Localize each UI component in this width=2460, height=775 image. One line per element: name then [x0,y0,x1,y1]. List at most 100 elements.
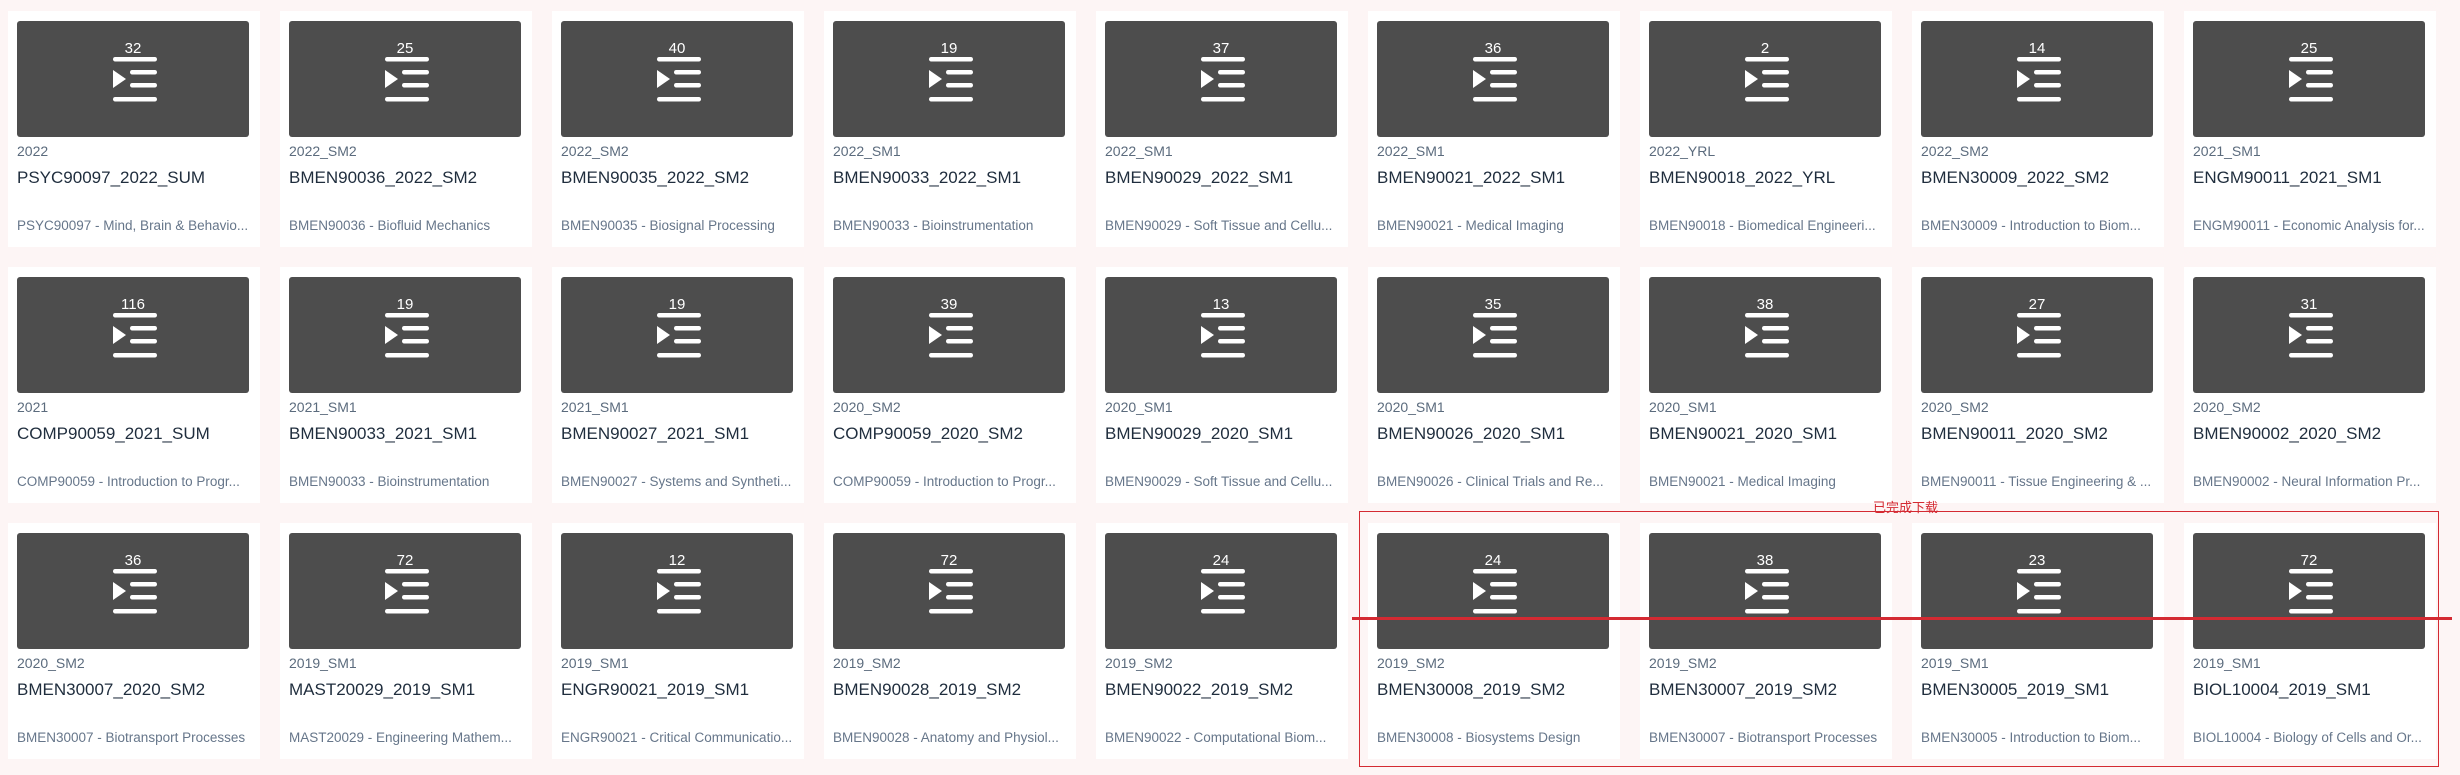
course-title[interactable]: BMEN90035_2022_SM2 [561,168,749,188]
video-count: 32 [124,40,142,57]
course-card[interactable]: 19 2022_SM1 BMEN90033_2022_SM1 BMEN90033… [824,11,1076,247]
course-card[interactable]: 23 2019_SM1 BMEN30005_2019_SM1 BMEN30005… [1912,523,2164,759]
playlist-thumbnail[interactable]: 39 [833,277,1065,393]
video-count: 23 [2028,552,2046,569]
course-title[interactable]: BMEN90026_2020_SM1 [1377,424,1565,444]
playlist-thumbnail[interactable]: 24 [1377,533,1609,649]
playlist-thumbnail[interactable]: 72 [289,533,521,649]
course-term: 2019_SM2 [833,655,901,671]
course-description: BMEN90002 - Neural Information Pr... [2193,474,2421,489]
course-card[interactable]: 14 2022_SM2 BMEN30009_2022_SM2 BMEN30009… [1912,11,2164,247]
course-description: BMEN90033 - Bioinstrumentation [833,218,1034,233]
course-card[interactable]: 31 2020_SM2 BMEN90002_2020_SM2 BMEN90002… [2184,267,2436,503]
course-title[interactable]: BMEN90022_2019_SM2 [1105,680,1293,700]
course-card[interactable]: 35 2020_SM1 BMEN90026_2020_SM1 BMEN90026… [1368,267,1620,503]
playlist-thumbnail[interactable]: 13 [1105,277,1337,393]
playlist-thumbnail[interactable]: 23 [1921,533,2153,649]
playlist-thumbnail[interactable]: 35 [1377,277,1609,393]
course-card[interactable]: 13 2020_SM1 BMEN90029_2020_SM1 BMEN90029… [1096,267,1348,503]
playlist-thumbnail[interactable]: 72 [2193,533,2425,649]
course-card[interactable]: 19 2021_SM1 BMEN90027_2021_SM1 BMEN90027… [552,267,804,503]
video-count: 31 [2300,296,2318,313]
course-title[interactable]: BMEN30005_2019_SM1 [1921,680,2109,700]
course-card[interactable]: 38 2020_SM1 BMEN90021_2020_SM1 BMEN90021… [1640,267,1892,503]
course-title[interactable]: BMEN30007_2019_SM2 [1649,680,1837,700]
course-description: COMP90059 - Introduction to Progr... [833,474,1056,489]
course-title[interactable]: BMEN90027_2021_SM1 [561,424,749,444]
course-title[interactable]: BMEN90036_2022_SM2 [289,168,477,188]
video-count: 40 [668,40,686,57]
course-card[interactable]: 36 2020_SM2 BMEN30007_2020_SM2 BMEN30007… [8,523,260,759]
course-card[interactable]: 36 2022_SM1 BMEN90021_2022_SM1 BMEN90021… [1368,11,1620,247]
course-title[interactable]: PSYC90097_2022_SUM [17,168,205,188]
playlist-thumbnail[interactable]: 12 [561,533,793,649]
course-card[interactable]: 25 2021_SM1 ENGM90011_2021_SM1 ENGM90011… [2184,11,2436,247]
course-card[interactable]: 72 2019_SM2 BMEN90028_2019_SM2 BMEN90028… [824,523,1076,759]
course-card[interactable]: 24 2019_SM2 BMEN90022_2019_SM2 BMEN90022… [1096,523,1348,759]
course-title[interactable]: BMEN90021_2022_SM1 [1377,168,1565,188]
playlist-thumbnail[interactable]: 38 [1649,533,1881,649]
course-term: 2021_SM1 [2193,143,2261,159]
playlist-thumbnail[interactable]: 2 [1649,21,1881,137]
course-title[interactable]: BMEN90018_2022_YRL [1649,168,1835,188]
course-title[interactable]: ENGM90011_2021_SM1 [2193,168,2382,188]
course-title[interactable]: BMEN90033_2021_SM1 [289,424,477,444]
course-title[interactable]: COMP90059_2021_SUM [17,424,210,444]
playlist-thumbnail[interactable]: 19 [833,21,1065,137]
course-title[interactable]: BMEN30008_2019_SM2 [1377,680,1565,700]
course-title[interactable]: BMEN90029_2022_SM1 [1105,168,1293,188]
video-count: 72 [940,552,958,569]
course-card[interactable]: 24 2019_SM2 BMEN30008_2019_SM2 BMEN30008… [1368,523,1620,759]
course-title[interactable]: BMEN90021_2020_SM1 [1649,424,1837,444]
playlist-thumbnail[interactable]: 25 [289,21,521,137]
course-title[interactable]: BMEN90033_2022_SM1 [833,168,1021,188]
course-card[interactable]: 72 2019_SM1 BIOL10004_2019_SM1 BIOL10004… [2184,523,2436,759]
playlist-icon [2017,313,2061,358]
playlist-icon [929,57,973,102]
video-count: 19 [668,296,686,313]
course-card[interactable]: 40 2022_SM2 BMEN90035_2022_SM2 BMEN90035… [552,11,804,247]
playlist-icon [1473,313,1517,358]
course-title[interactable]: BMEN30007_2020_SM2 [17,680,205,700]
playlist-thumbnail[interactable]: 24 [1105,533,1337,649]
course-card[interactable]: 27 2020_SM2 BMEN90011_2020_SM2 BMEN90011… [1912,267,2164,503]
playlist-thumbnail[interactable]: 25 [2193,21,2425,137]
course-card[interactable]: 32 2022 PSYC90097_2022_SUM PSYC90097 - M… [8,11,260,247]
course-card[interactable]: 25 2022_SM2 BMEN90036_2022_SM2 BMEN90036… [280,11,532,247]
course-term: 2020_SM2 [17,655,85,671]
course-title[interactable]: BMEN90029_2020_SM1 [1105,424,1293,444]
course-title[interactable]: BIOL10004_2019_SM1 [2193,680,2371,700]
course-term: 2022_SM1 [833,143,901,159]
playlist-thumbnail[interactable]: 32 [17,21,249,137]
playlist-thumbnail[interactable]: 19 [561,277,793,393]
playlist-thumbnail[interactable]: 19 [289,277,521,393]
course-title[interactable]: COMP90059_2020_SM2 [833,424,1023,444]
playlist-thumbnail[interactable]: 27 [1921,277,2153,393]
course-title[interactable]: BMEN90002_2020_SM2 [2193,424,2381,444]
playlist-thumbnail[interactable]: 116 [17,277,249,393]
playlist-thumbnail[interactable]: 36 [1377,21,1609,137]
playlist-thumbnail[interactable]: 38 [1649,277,1881,393]
playlist-thumbnail[interactable]: 36 [17,533,249,649]
playlist-icon [2017,569,2061,614]
course-card[interactable]: 38 2019_SM2 BMEN30007_2019_SM2 BMEN30007… [1640,523,1892,759]
course-title[interactable]: BMEN90028_2019_SM2 [833,680,1021,700]
course-title[interactable]: MAST20029_2019_SM1 [289,680,475,700]
course-card[interactable]: 39 2020_SM2 COMP90059_2020_SM2 COMP90059… [824,267,1076,503]
course-card[interactable]: 72 2019_SM1 MAST20029_2019_SM1 MAST20029… [280,523,532,759]
course-card[interactable]: 2 2022_YRL BMEN90018_2022_YRL BMEN90018 … [1640,11,1892,247]
playlist-thumbnail[interactable]: 14 [1921,21,2153,137]
playlist-thumbnail[interactable]: 37 [1105,21,1337,137]
playlist-thumbnail[interactable]: 72 [833,533,1065,649]
playlist-thumbnail[interactable]: 31 [2193,277,2425,393]
course-card[interactable]: 19 2021_SM1 BMEN90033_2021_SM1 BMEN90033… [280,267,532,503]
course-title[interactable]: BMEN90011_2020_SM2 [1921,424,2108,444]
course-title[interactable]: ENGR90021_2019_SM1 [561,680,749,700]
course-card[interactable]: 37 2022_SM1 BMEN90029_2022_SM1 BMEN90029… [1096,11,1348,247]
course-card[interactable]: 12 2019_SM1 ENGR90021_2019_SM1 ENGR90021… [552,523,804,759]
course-title[interactable]: BMEN30009_2022_SM2 [1921,168,2109,188]
playlist-icon [657,569,701,614]
playlist-thumbnail[interactable]: 40 [561,21,793,137]
course-card[interactable]: 116 2021 COMP90059_2021_SUM COMP90059 - … [8,267,260,503]
video-count: 39 [940,296,958,313]
